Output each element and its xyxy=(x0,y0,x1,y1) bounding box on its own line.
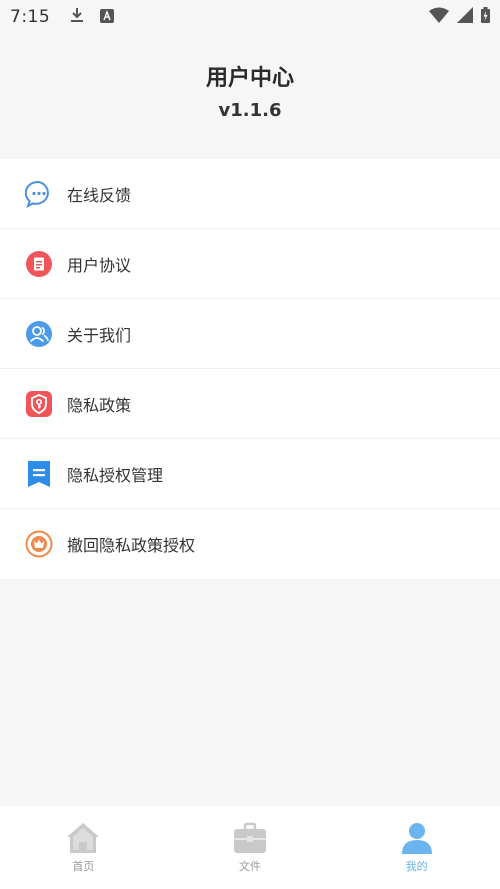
menu-item-user-agreement[interactable]: 用户协议 xyxy=(0,229,500,299)
menu-label: 隐私政策 xyxy=(67,395,132,415)
menu-label: 用户协议 xyxy=(67,255,132,275)
menu-label: 在线反馈 xyxy=(67,185,132,205)
menu-item-revoke-authorization[interactable]: 撤回隐私政策授权 xyxy=(0,509,500,579)
tab-home[interactable]: 首页 xyxy=(0,806,167,889)
signal-icon xyxy=(457,7,473,27)
tab-label: 文件 xyxy=(239,860,261,873)
privacy-policy-icon xyxy=(24,389,54,419)
about-us-icon xyxy=(24,319,54,349)
status-time: 7:15 xyxy=(10,7,51,27)
revoke-authorization-icon xyxy=(24,529,54,559)
status-bar: 7:15 xyxy=(0,0,500,34)
menu-item-about-us[interactable]: 关于我们 xyxy=(0,299,500,369)
download-icon xyxy=(70,7,84,27)
wifi-icon xyxy=(429,7,449,27)
settings-menu: 在线反馈 用户协议 关于我们 隐私政策 隐私授权管理 撤回隐私政策授权 xyxy=(0,159,500,579)
agreement-icon xyxy=(24,249,54,279)
tab-files[interactable]: 文件 xyxy=(167,806,334,889)
menu-item-feedback[interactable]: 在线反馈 xyxy=(0,159,500,229)
menu-item-privacy-authorization[interactable]: 隐私授权管理 xyxy=(0,439,500,509)
a-badge-icon xyxy=(100,8,115,27)
menu-label: 撤回隐私政策授权 xyxy=(67,536,196,555)
tab-profile[interactable]: 我的 xyxy=(333,806,500,889)
battery-icon xyxy=(481,7,490,27)
feedback-icon xyxy=(24,179,54,209)
briefcase-icon xyxy=(232,820,268,856)
privacy-authorization-icon xyxy=(24,459,54,489)
bottom-tab-bar: 首页 文件 我的 xyxy=(0,806,500,889)
tab-label: 我的 xyxy=(405,860,428,873)
profile-icon xyxy=(399,820,435,856)
header: 用户中心 v1.1.6 xyxy=(0,34,500,160)
home-icon xyxy=(65,820,101,856)
menu-label: 关于我们 xyxy=(67,325,132,345)
tab-label: 首页 xyxy=(72,860,95,873)
menu-label: 隐私授权管理 xyxy=(67,465,164,485)
menu-item-privacy-policy[interactable]: 隐私政策 xyxy=(0,369,500,439)
app-version: v1.1.6 xyxy=(218,100,282,121)
page-title: 用户中心 xyxy=(205,66,294,91)
